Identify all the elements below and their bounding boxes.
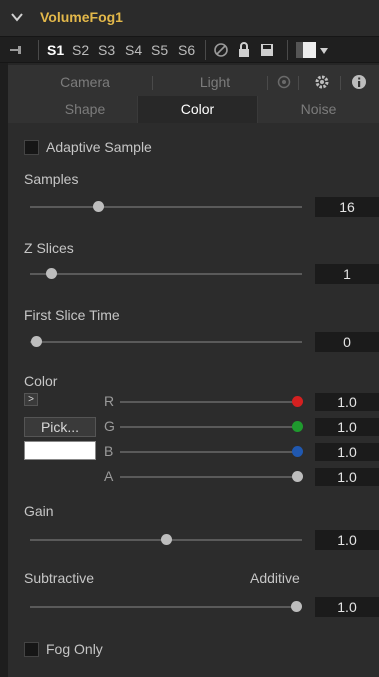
- tab-camera[interactable]: Camera: [30, 74, 140, 90]
- gain-value[interactable]: 1.0: [315, 530, 379, 550]
- divider: [205, 40, 206, 60]
- divider: [38, 40, 39, 60]
- z-slices-slider-track[interactable]: [30, 273, 302, 275]
- channel-r-value[interactable]: 1.0: [315, 393, 379, 411]
- fog-only-label: Fog Only: [46, 641, 103, 657]
- channel-a-label: A: [104, 468, 114, 484]
- channel-b-slider-knob[interactable]: [292, 446, 303, 457]
- z-slices-value[interactable]: 1: [315, 264, 379, 284]
- z-slices-slider-knob[interactable]: [46, 268, 57, 279]
- channel-a-value[interactable]: 1.0: [315, 468, 379, 486]
- version-s1[interactable]: S1: [47, 42, 64, 58]
- divider: [340, 76, 341, 90]
- gain-label: Gain: [24, 503, 54, 519]
- version-s3[interactable]: S3: [98, 42, 115, 58]
- save-icon[interactable]: [259, 42, 275, 58]
- channel-a-slider-knob[interactable]: [292, 471, 303, 482]
- samples-label: Samples: [24, 171, 79, 187]
- subtractive-additive-value[interactable]: 1.0: [315, 597, 379, 617]
- color-preview-swatch[interactable]: [24, 441, 96, 460]
- no-entry-icon[interactable]: [213, 42, 229, 58]
- version-s6[interactable]: S6: [178, 42, 195, 58]
- channel-r-label: R: [104, 393, 115, 409]
- subtractive-additive-slider-track[interactable]: [30, 606, 296, 608]
- channel-r-slider-knob[interactable]: [292, 396, 303, 407]
- version-s4[interactable]: S4: [125, 42, 142, 58]
- channel-b-slider-track[interactable]: [120, 451, 296, 453]
- subtractive-label: Subtractive: [24, 570, 95, 586]
- tool-name[interactable]: VolumeFog1: [40, 9, 123, 25]
- channel-a-slider-track[interactable]: [120, 476, 296, 478]
- channel-b-label: B: [104, 443, 114, 459]
- first-slice-time-slider-knob[interactable]: [31, 336, 42, 347]
- divider: [287, 40, 288, 60]
- lock-icon[interactable]: [236, 42, 252, 58]
- tab-shape[interactable]: Shape: [30, 101, 140, 117]
- divider: [298, 76, 299, 90]
- version-s2[interactable]: S2: [72, 42, 89, 58]
- tab-noise[interactable]: Noise: [258, 101, 379, 117]
- first-slice-time-slider-track[interactable]: [30, 341, 302, 343]
- divider: [267, 76, 268, 90]
- dropdown-icon[interactable]: [320, 48, 328, 54]
- fog-only-checkbox[interactable]: [24, 642, 39, 657]
- gear-icon[interactable]: [313, 73, 331, 91]
- version-s5[interactable]: S5: [151, 42, 168, 58]
- adaptive-sample-checkbox[interactable]: [24, 140, 39, 155]
- camera-icon[interactable]: [276, 74, 292, 90]
- samples-slider-knob[interactable]: [93, 201, 104, 212]
- first-slice-time-value[interactable]: 0: [315, 332, 379, 352]
- z-slices-label: Z Slices: [24, 240, 74, 256]
- samples-value[interactable]: 16: [315, 197, 379, 217]
- pin-icon[interactable]: [8, 42, 24, 58]
- channel-g-slider-track[interactable]: [120, 426, 296, 428]
- channel-g-value[interactable]: 1.0: [315, 418, 379, 436]
- adaptive-sample-label: Adaptive Sample: [46, 139, 152, 155]
- subtractive-additive-slider-knob[interactable]: [291, 601, 302, 612]
- channel-g-slider-knob[interactable]: [292, 421, 303, 432]
- channel-r-slider-track[interactable]: [120, 401, 296, 403]
- gain-slider-knob[interactable]: [161, 534, 172, 545]
- left-strip: [0, 63, 8, 677]
- tab-light[interactable]: Light: [150, 74, 280, 90]
- additive-label: Additive: [250, 570, 300, 586]
- color-label: Color: [24, 373, 58, 389]
- chevron-down-icon[interactable]: [10, 10, 24, 24]
- samples-slider-track[interactable]: [30, 206, 302, 208]
- channel-b-value[interactable]: 1.0: [315, 443, 379, 461]
- info-icon[interactable]: [351, 74, 367, 90]
- color-expand-button[interactable]: >: [24, 393, 38, 406]
- channel-g-label: G: [104, 418, 115, 434]
- pick-button[interactable]: Pick...: [24, 417, 96, 437]
- color-swatch-icon[interactable]: [296, 42, 316, 58]
- first-slice-time-label: First Slice Time: [24, 307, 120, 323]
- tab-color[interactable]: Color: [137, 101, 258, 117]
